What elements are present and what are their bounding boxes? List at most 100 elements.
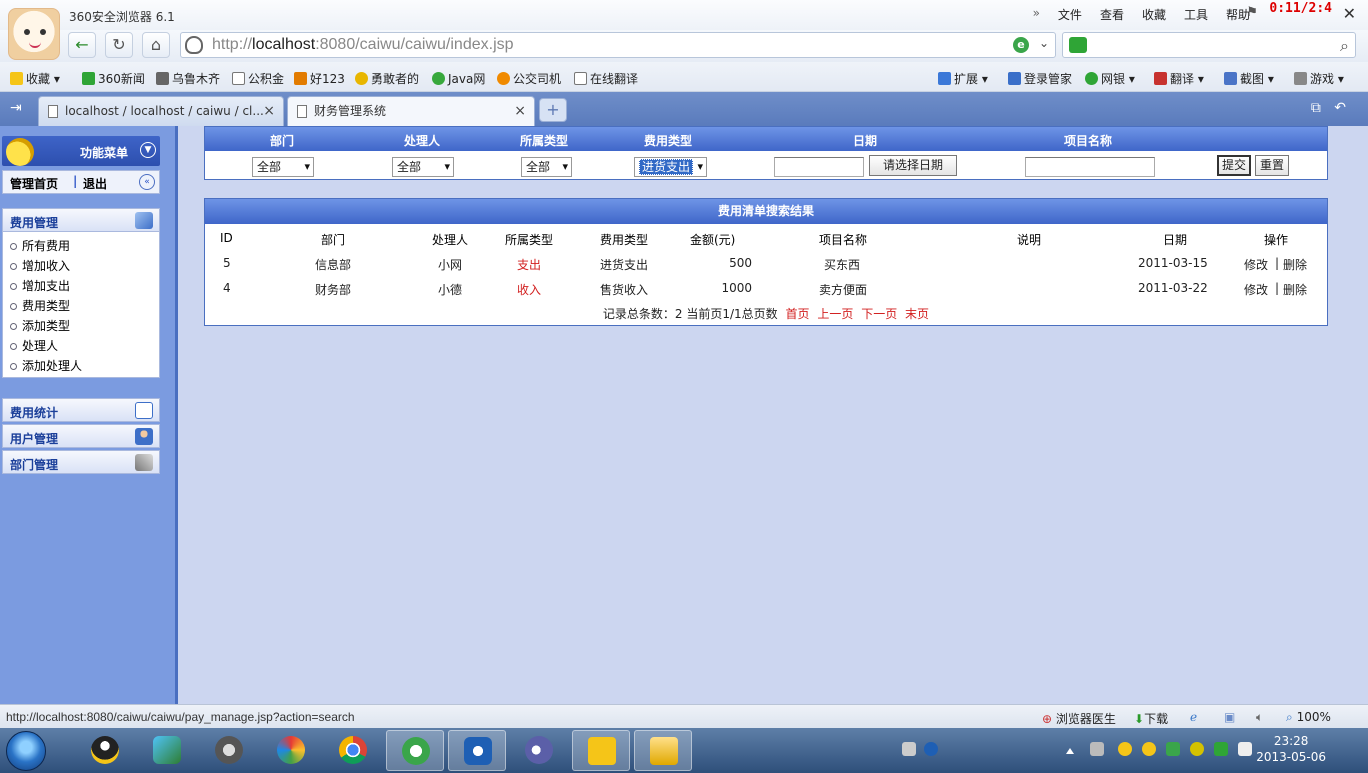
section-header[interactable]: 用户管理 [2,424,160,448]
fav-urumqi[interactable]: 乌鲁木齐 [156,70,220,87]
taskbar-360browser[interactable] [386,730,444,771]
taskbar-media[interactable] [138,730,196,771]
search-icon[interactable]: ⌕ [1340,36,1349,56]
collapse-menu-icon[interactable]: ▼ [140,142,156,158]
taskbar-app[interactable] [448,730,506,771]
taskbar-paint[interactable] [262,730,320,771]
edit-link[interactable]: 修改 [1244,281,1268,298]
fav-screenshot[interactable]: 截图 ▾ [1224,70,1274,87]
taskbar-film[interactable] [200,730,258,771]
fav-360news[interactable]: 360新闻 [82,70,145,87]
download-button[interactable]: ⬇下载 [1134,710,1168,727]
sidebar-item-add-expense[interactable]: 增加支出 [3,276,159,296]
browser-doctor[interactable]: ⊕ 浏览器医生 [1042,710,1116,727]
taskbar-eclipse[interactable] [510,730,568,771]
keyboard-icon[interactable] [902,742,916,756]
sidebar-item-fee-types[interactable]: 费用类型 [3,296,159,316]
fav-hao123[interactable]: 好123 [294,70,345,87]
date-input[interactable] [774,157,864,177]
choose-date-button[interactable]: 请选择日期 [869,155,957,176]
department-select[interactable]: 全部 [252,157,314,177]
green-tray-icon[interactable] [1214,742,1228,756]
menu-favorites[interactable]: 收藏 [1142,6,1166,23]
ie-icon[interactable]: ℯ [1190,710,1197,724]
logout-link[interactable]: 退出 [83,175,107,192]
security-tray-icon[interactable] [1166,742,1180,756]
network-icon[interactable] [1090,742,1104,756]
new-tab-button[interactable]: + [539,98,567,122]
sidebar-item-handlers[interactable]: 处理人 [3,336,159,356]
fav-translate[interactable]: 在线翻译 [574,70,638,87]
tab-close-icon[interactable]: × [263,97,275,125]
pin-icon[interactable]: ⚑ [1246,5,1258,20]
menu-tools[interactable]: 工具 [1184,6,1208,23]
pager-prev[interactable]: 上一页 [817,307,853,321]
fav-collect[interactable]: 收藏 ▾ [10,70,60,87]
pager-last[interactable]: 末页 [905,307,929,321]
menu-overflow-icon[interactable]: » [1033,6,1040,23]
system-clock[interactable]: 23:28 2013-05-06 [1256,733,1326,765]
speaker-icon[interactable]: 🔈︎ [1256,710,1263,725]
fav-login-manager[interactable]: 登录管家 [1008,70,1072,87]
start-button-icon[interactable] [6,731,46,771]
refresh-icon[interactable]: ↻ [105,32,133,58]
edit-link[interactable]: 修改 [1244,256,1268,273]
taskbar-qq[interactable] [76,730,134,771]
sidebar-item-all-fees[interactable]: 所有费用 [3,236,159,256]
help-icon[interactable] [924,742,938,756]
section-header[interactable]: 费用管理 [2,208,160,232]
pager-first[interactable]: 首页 [786,307,810,321]
fav-games[interactable]: 游戏 ▾ [1294,70,1344,87]
fav-bus[interactable]: 公交司机 [497,70,561,87]
plus-tray-icon[interactable] [1190,742,1204,756]
tab-sidebar-toggle-icon[interactable]: ⇥ [10,100,22,116]
fav-brave[interactable]: 勇敢者的 [355,70,419,87]
window-close-icon[interactable]: ✕ [1343,4,1356,23]
home-icon[interactable]: ⌂ [142,32,170,58]
taskbar-notes[interactable] [572,730,630,771]
security-shield-icon[interactable] [185,36,203,54]
delete-link[interactable]: 删除 [1283,281,1307,298]
menu-view[interactable]: 查看 [1100,6,1124,23]
search-engine-icon[interactable] [1069,37,1087,53]
section-header[interactable]: 部门管理 [2,450,160,474]
menu-file[interactable]: 文件 [1058,6,1082,23]
category-select[interactable]: 全部 [521,157,572,177]
clipboard-tray-icon[interactable] [1238,742,1252,756]
item-name-input[interactable] [1025,157,1155,177]
fav-extensions[interactable]: 扩展 ▾ [938,70,988,87]
back-arrow-icon[interactable]: ← [68,32,96,58]
tray-expand-icon[interactable] [1066,746,1074,754]
chevron-down-icon[interactable]: ⌄ [1039,36,1049,50]
ie-mode-icon[interactable]: e [1013,37,1029,53]
address-url[interactable]: http://localhost:8080/caiwu/caiwu/index.… [212,36,514,54]
section-header[interactable]: 费用统计 [2,398,160,422]
browser-search-box[interactable]: ⌕ [1062,32,1356,58]
taskbar-chrome[interactable] [324,730,382,771]
reset-button[interactable]: 重置 [1255,155,1289,176]
pager-next[interactable]: 下一页 [861,307,897,321]
tab-close-icon[interactable]: × [514,97,526,125]
double-chevron-left-icon[interactable]: « [139,174,155,190]
sidebar-item-add-income[interactable]: 增加收入 [3,256,159,276]
sidebar-item-add-handler[interactable]: 添加处理人 [3,356,159,376]
taskbar-explorer[interactable] [634,730,692,771]
qq-tray-icon[interactable] [1118,742,1132,756]
delete-link[interactable]: 删除 [1283,256,1307,273]
fee-type-select[interactable]: 进货支出 [634,157,707,177]
tab-finance-system[interactable]: 财务管理系统 × [287,96,535,126]
fav-bank[interactable]: 网银 ▾ [1085,70,1135,87]
qq-tray-icon-2[interactable] [1142,742,1156,756]
window-icon[interactable]: ▣ [1224,710,1235,724]
admin-home-link[interactable]: 管理首页 [10,175,58,192]
fav-java[interactable]: Java网 [432,70,485,87]
sidebar-item-add-type[interactable]: 添加类型 [3,316,159,336]
tab-restore-icon[interactable]: ⧉ ↶ [1311,100,1346,116]
fav-gjj[interactable]: 公积金 [232,70,284,87]
zoom-control[interactable]: ⌕ 100% [1286,710,1331,725]
fav-translate2[interactable]: 翻译 ▾ [1154,70,1204,87]
tab-localhost[interactable]: localhost / localhost / caiwu / cl... × [38,96,284,126]
address-bar[interactable]: http://localhost:8080/caiwu/caiwu/index.… [180,32,1056,58]
handler-select[interactable]: 全部 [392,157,454,177]
submit-button[interactable]: 提交 [1217,155,1251,176]
